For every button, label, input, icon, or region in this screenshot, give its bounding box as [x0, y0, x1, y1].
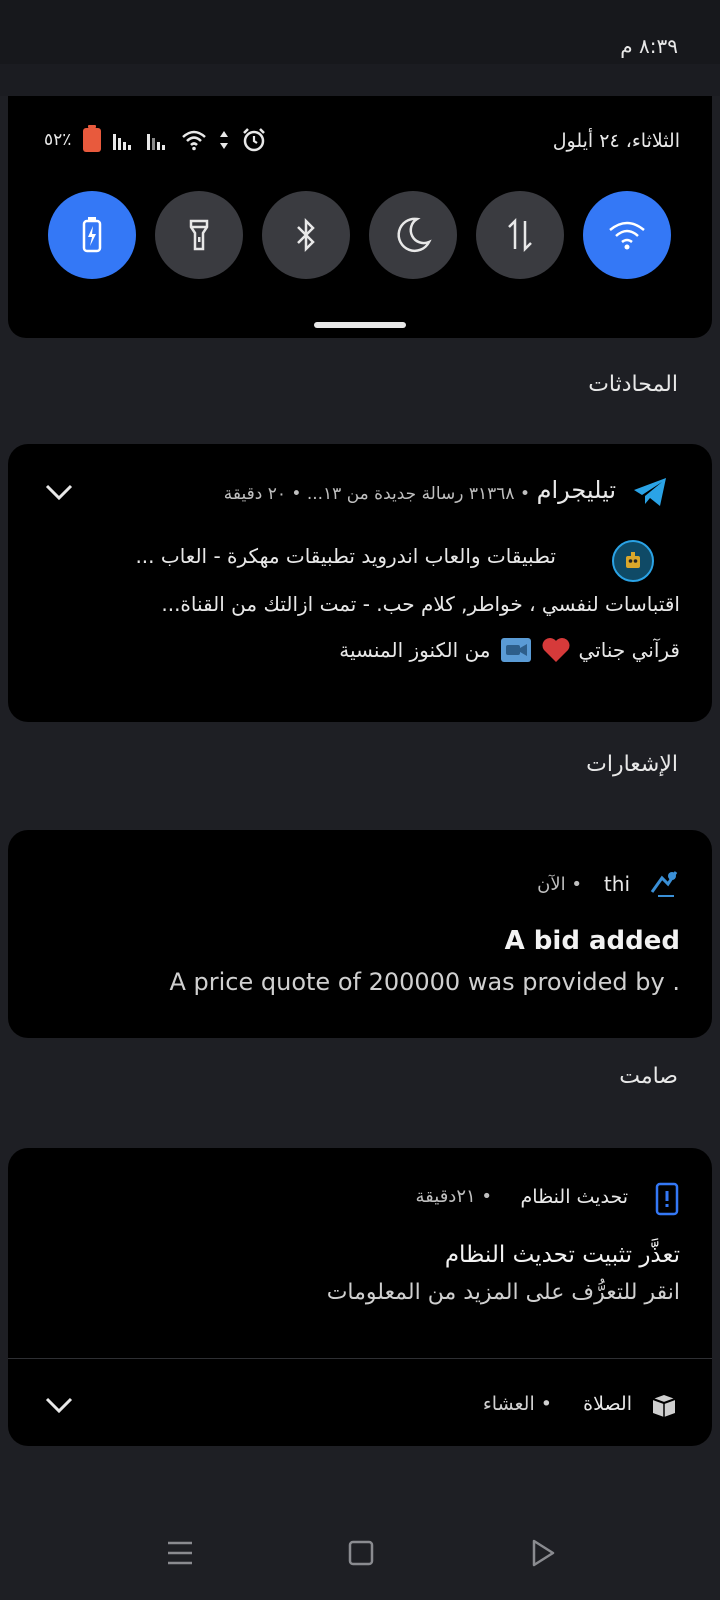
flashlight-icon [189, 219, 209, 251]
status-bar: ٨:٣٩ م [0, 0, 720, 64]
bid-app-name: thi [603, 872, 630, 896]
telegram-line-2: اقتباسات لنفسي ، خواطر, كلام حب. - تمت ا… [161, 592, 680, 616]
silent-heading: صامت [619, 1064, 678, 1089]
system-update-time: • ٢١دقيقة [415, 1186, 493, 1207]
telegram-line-1: تطبيقات والعاب اندرويد تطبيقات مهكرة - ا… [135, 544, 556, 568]
signal-icon-2 [147, 134, 166, 150]
wifi-icon [609, 221, 645, 250]
bid-title: A bid added [504, 926, 680, 956]
bluetooth-tile[interactable] [262, 191, 350, 279]
prayer-label: • العشاء [482, 1393, 552, 1415]
quick-tiles [48, 191, 671, 279]
telegram-icon [634, 478, 666, 506]
do-not-disturb-tile[interactable] [369, 191, 457, 279]
top-strip [0, 64, 720, 96]
app-logo-icon [650, 871, 678, 897]
date-label: الثلاثاء، ٢٤ أيلول [552, 130, 680, 152]
system-update-icon [655, 1182, 679, 1216]
prayer-notification[interactable]: الصلاة • العشاء [8, 1359, 712, 1446]
prayer-app: الصلاة [583, 1393, 632, 1415]
quick-settings-panel: الثلاثاء، ٢٤ أيلول ٥٢٪ [8, 96, 712, 338]
expand-handle[interactable] [314, 322, 406, 328]
system-update-body: انقر للتعرُّف على المزيد من المعلومات [326, 1280, 680, 1305]
battery-saver-tile[interactable] [48, 191, 136, 279]
telegram-notification[interactable]: تيليجرام • ٣١٣٦٨ رسالة جديدة من ١٣... • … [8, 444, 712, 722]
bid-time: • الآن [537, 874, 582, 895]
signal-icon [113, 134, 132, 150]
chevron-down-icon[interactable] [44, 482, 74, 502]
home-icon[interactable] [348, 1540, 374, 1566]
telegram-line-3-start: قرآني جناتي [578, 638, 680, 662]
battery-saver-icon [82, 217, 102, 253]
system-update-title: تعذَّر تثبيت تحديث النظام [444, 1242, 680, 1268]
heart-icon [542, 638, 570, 662]
telegram-summary: • ٣١٣٦٨ رسالة جديدة من ١٣... • ٢٠ دقيقة [223, 484, 530, 504]
telegram-app-name: تيليجرام [536, 476, 616, 504]
battery-percent: ٥٢٪ [44, 130, 72, 150]
data-arrows-icon [220, 131, 229, 149]
mobile-data-tile[interactable] [476, 191, 564, 279]
flashlight-tile[interactable] [155, 191, 243, 279]
battery-icon [83, 125, 102, 152]
system-update-app: تحديث النظام [520, 1186, 628, 1208]
wifi-status-icon [182, 130, 207, 151]
silent-notifications-group: تحديث النظام • ٢١دقيقة تعذَّر تثبيت تحدي… [8, 1148, 712, 1446]
navigation-bar [0, 1512, 720, 1600]
bid-notification[interactable]: thi • الآن A bid added A price quote of … [8, 830, 712, 1038]
status-icons: ٥٢٪ [44, 125, 267, 154]
telegram-line-3: قرآني جناتي من الكنوز المنسية [339, 636, 680, 664]
back-icon[interactable] [530, 1539, 556, 1567]
bluetooth-icon [297, 217, 315, 253]
data-transfer-icon [508, 217, 532, 253]
moon-icon [397, 217, 432, 253]
telegram-line-3-end: من الكنوز المنسية [339, 638, 491, 662]
kaaba-icon [652, 1395, 676, 1417]
video-camera-icon [500, 638, 531, 662]
chevron-down-icon[interactable] [44, 1395, 74, 1415]
alarm-icon [243, 128, 266, 152]
robot-icon [626, 552, 640, 568]
wifi-tile[interactable] [583, 191, 671, 279]
menu-icon[interactable] [166, 1540, 194, 1566]
status-time: ٨:٣٩ م [620, 34, 678, 58]
notifications-heading: الإشعارات [586, 752, 678, 777]
system-update-notification[interactable]: تحديث النظام • ٢١دقيقة تعذَّر تثبيت تحدي… [8, 1148, 712, 1358]
bid-body: A price quote of 200000 was provided by … [169, 968, 680, 996]
channel-avatar [612, 540, 654, 582]
conversations-heading: المحادثات [588, 372, 678, 397]
